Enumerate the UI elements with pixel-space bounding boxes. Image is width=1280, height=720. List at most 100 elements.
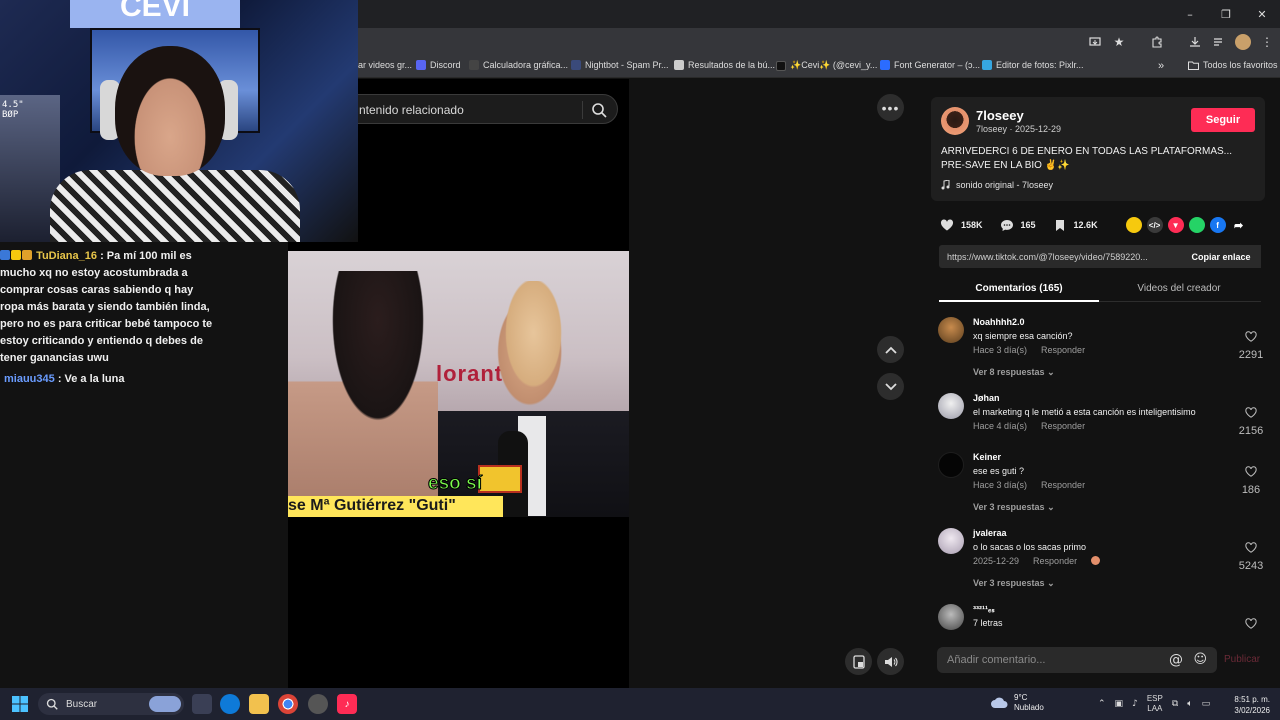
bookmark-item[interactable]: ✨Cevi✨ (@cevi_y... [776,60,877,71]
reply-button[interactable]: Responder [1041,345,1085,355]
commenter-name[interactable]: jvaleraa [973,528,1007,538]
video-player[interactable]: lorant eso sí se Mª Gutiérrez "Guti" [288,251,629,517]
search-text: ntenido relacionado [359,103,464,117]
volume-button[interactable] [877,648,904,675]
bookmark-item[interactable]: Discord [416,60,461,70]
commenter-name[interactable]: Jøhan [973,393,1000,403]
commenter-avatar[interactable] [938,528,964,554]
comment-like-button[interactable]: 5243 [1236,540,1266,572]
bookmark-item[interactable]: ar videos gr... [358,60,412,70]
chat-text: : Pa mí 100 mil es mucho xq no estoy aco… [0,250,213,364]
previous-video-button[interactable] [877,336,904,363]
heart-outline-icon [1245,407,1257,418]
taskbar-search[interactable]: Buscar [38,693,184,715]
pixlr-icon [982,60,992,70]
taskbar-search-label: Buscar [66,698,98,710]
publish-button[interactable]: Publicar [1224,654,1260,665]
facebook-icon[interactable]: f [1209,217,1226,233]
bookmark-item[interactable]: Nightbot - Spam Pr... [571,60,669,70]
volume-icon[interactable]: 🔈︎ [1187,699,1192,709]
comment-like-button[interactable] [1236,616,1266,633]
send-to-friends-icon[interactable]: ▼ [1167,217,1184,233]
comment-button[interactable]: 165 [999,217,1036,233]
chrome-icon[interactable] [278,694,298,714]
emoji-icon[interactable]: ☺ [1193,652,1207,667]
bookmark-item[interactable]: Calculadora gráfica... [469,60,568,70]
reply-button[interactable]: Responder [1041,480,1085,490]
chat-username[interactable]: TuDiana_16 [36,250,97,262]
network-icon[interactable]: ⧉ [1172,699,1178,709]
chat-badge-icon [0,250,10,260]
language-indicator[interactable]: ESP LAA [1147,694,1163,714]
commenter-name[interactable]: Keiner [973,452,1001,462]
share-link-url[interactable]: https://www.tiktok.com/@7loseey/video/75… [939,252,1181,262]
like-button[interactable]: 158K [939,217,983,233]
tab-comments[interactable]: Comentarios (165) [939,283,1099,294]
follow-button[interactable]: Seguir [1191,108,1255,132]
commenter-avatar[interactable] [938,452,964,478]
embed-icon[interactable]: </> [1146,217,1163,233]
install-app-icon[interactable] [1084,31,1106,53]
weather-widget[interactable]: 9°C Nublado [990,693,1044,713]
view-replies-button[interactable]: Ver 3 respuestas ⌄ [973,578,1055,589]
comment-like-button[interactable]: 2156 [1236,405,1266,437]
search-icon[interactable] [591,102,607,118]
bookmark-item[interactable]: Font Generator – (ↄ... [880,60,980,70]
view-replies-button[interactable]: Ver 3 respuestas ⌄ [973,502,1055,513]
minimize-button[interactable]: – [1172,0,1208,28]
obs-icon[interactable] [308,694,328,714]
downloads-icon[interactable] [1184,31,1206,53]
commenter-avatar[interactable] [938,317,964,343]
comment-like-button[interactable]: 186 [1236,464,1266,496]
search-input[interactable]: ntenido relacionado [340,94,618,124]
bookmark-star-icon[interactable]: ★ [1108,31,1130,53]
file-explorer-icon[interactable] [249,694,269,714]
tab-creator-videos[interactable]: Videos del creador [1099,283,1259,294]
microphone-icon[interactable]: ♪ [1132,699,1138,709]
taskbar-clock[interactable]: 8:51 p. m. 3/02/2026 [1234,694,1270,716]
copy-link-button[interactable]: Copiar enlace [1181,245,1261,268]
restore-button[interactable]: ❐ [1208,0,1244,28]
bookmarks-overflow-button[interactable]: » [1158,60,1164,72]
next-video-button[interactable] [877,373,904,400]
commenter-avatar[interactable] [938,393,964,419]
tiktok-app-icon[interactable]: ♪ [337,694,357,714]
edge-icon[interactable] [220,694,240,714]
comment-like-button[interactable]: 2291 [1236,329,1266,361]
repost-icon[interactable] [1125,217,1142,233]
comment-input[interactable]: Añadir comentario... @ ☺ [937,647,1217,673]
profile-avatar-icon[interactable] [1232,31,1254,53]
comment-like-count: 2291 [1238,349,1264,361]
commenter-name[interactable]: ³³²¹¹ₑₛ [973,604,995,615]
creator-avatar[interactable] [941,107,969,135]
bookmark-label: Resultados de la bú... [688,60,776,70]
floating-player-button[interactable] [845,648,872,675]
windows-start-icon[interactable] [12,696,28,712]
comments-list[interactable]: Noahhhh2.0 xq siempre esa canción? Hace … [917,311,1280,633]
close-button[interactable]: ✕ [1244,0,1280,28]
chevron-up-icon[interactable]: ⌃ [1098,699,1106,709]
commenter-avatar[interactable] [938,604,964,630]
reading-list-icon[interactable] [1208,31,1230,53]
commenter-name[interactable]: Noahhhh2.0 [973,317,1025,327]
streamer-shirt [50,170,300,242]
mention-icon[interactable]: @ [1169,652,1183,668]
battery-icon[interactable]: ▭ [1202,699,1211,709]
bookmark-item[interactable]: Resultados de la bú... [674,60,775,70]
share-icon[interactable]: ➦ [1231,217,1247,233]
bookmark-item[interactable]: Editor de fotos: Pixlr... [982,60,1084,70]
browser-menu-icon[interactable]: ⋮ [1256,31,1278,53]
reply-button[interactable]: Responder [1033,556,1077,566]
view-replies-button[interactable]: Ver 8 respuestas ⌄ [973,367,1055,378]
extensions-icon[interactable] [1146,31,1168,53]
sound-link[interactable]: sonido original - 7loseey [941,180,1053,190]
whatsapp-icon[interactable] [1188,217,1205,233]
more-options-button[interactable]: ••• [877,94,904,121]
save-button[interactable]: 12.6K [1052,217,1098,233]
reply-button[interactable]: Responder [1041,421,1085,431]
all-favorites-button[interactable]: Todos los favoritos [1188,60,1278,70]
task-view-icon[interactable] [192,694,212,714]
creator-name[interactable]: 7loseey [976,108,1024,123]
chat-username[interactable]: miauu345 [4,373,55,385]
tray-app-icon[interactable]: ▣ [1115,699,1124,709]
